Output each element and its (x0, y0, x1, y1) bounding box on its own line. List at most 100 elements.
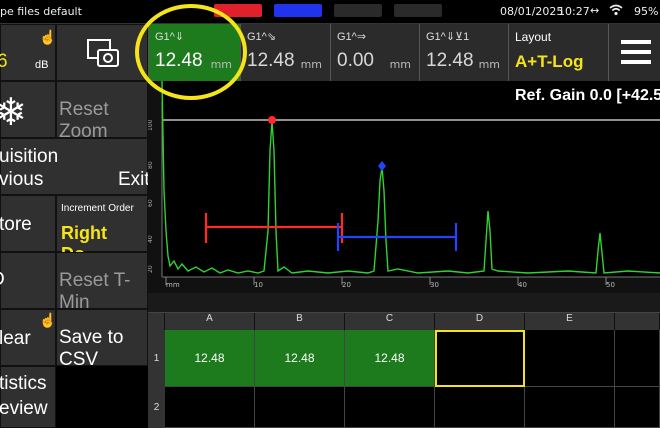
thickness-table: A B C D E 1 2 12.48 12.48 12.48 (148, 293, 660, 428)
previous-label: vious (0, 169, 44, 190)
measurement-3[interactable]: G1^⇒ 0.00 mm (330, 24, 419, 81)
ref-gain-readout: Ref. Gain 0.0 [+42.5 (515, 87, 660, 104)
reset-zoom-label: Reset Zoom (59, 99, 109, 142)
status-date: 08/01/2025 (500, 5, 564, 18)
clear-label: lear (0, 328, 31, 349)
status-bar: pe files default 08/01/2025 10:27 ↔ 95% (0, 0, 660, 24)
table-cell-a2[interactable] (165, 387, 255, 428)
gain-value: 6 (0, 51, 8, 72)
save-csv-button[interactable]: Save to CSV (56, 309, 148, 370)
direction-button[interactable]: D (0, 252, 56, 309)
table-cell-d2[interactable] (435, 387, 525, 428)
table-cell-c1[interactable]: 12.48 (345, 330, 435, 387)
table-top-strip (148, 293, 660, 313)
battery-level: 95% (634, 5, 659, 18)
a-scan-plot[interactable]: 100 80 60 40 20 mm 10 20 30 40 50 (147, 80, 660, 293)
touch-icon: ☝ (39, 29, 57, 45)
measurement-4-unit: mm (478, 58, 500, 71)
table-cell-f1[interactable] (615, 330, 660, 387)
y-tick-20: 20 (148, 265, 154, 273)
table-cell-b2[interactable] (255, 387, 345, 428)
measurement-2-label: G1^⇘ (247, 31, 277, 43)
x-tick-20: 20 (342, 281, 351, 289)
reset-tmin-button[interactable]: Reset T-Min (56, 252, 148, 313)
table-corner (148, 313, 165, 330)
x-tick-40: 40 (518, 281, 527, 289)
measurement-1[interactable]: G1^⇓ 12.48 mm (148, 24, 240, 81)
reset-zoom-button[interactable]: Reset Zoom (56, 81, 148, 142)
column-header-c[interactable]: C (345, 313, 435, 330)
statistics-label: tistics (0, 373, 47, 394)
freeze-button[interactable]: ❄ (0, 81, 56, 138)
x-tick-30: 30 (430, 281, 439, 289)
reset-tmin-label: Reset T-Min (59, 270, 131, 313)
table-cell-d1[interactable] (435, 330, 525, 387)
layout-value: A+T-Log (515, 52, 584, 71)
y-tick-80: 80 (148, 161, 154, 169)
table-cell-e1[interactable] (525, 330, 615, 387)
column-header-b[interactable]: B (255, 313, 345, 330)
empty-slot (56, 366, 148, 428)
wifi-icon (609, 4, 623, 19)
link-icon: ↔ (590, 4, 600, 17)
gray-indicator (334, 4, 382, 17)
table-cell-c2[interactable] (345, 387, 435, 428)
acquisition-label: uisition (0, 146, 59, 167)
measurement-3-unit: mm (389, 58, 411, 71)
statistics-review-button[interactable]: tistics eview (0, 366, 56, 428)
measurement-4-value: 12.48 (426, 50, 474, 71)
increment-order-select[interactable]: Increment Order Right Do... (56, 195, 148, 264)
table-cell-f2[interactable] (615, 387, 660, 428)
measurement-4-label: G1^⇓⊻1 (426, 31, 470, 43)
acquisition-previous-button[interactable]: uisition vious Exit (0, 138, 150, 195)
clear-button[interactable]: lear ☝ (0, 309, 56, 366)
store-button[interactable]: tore (0, 195, 56, 252)
measurement-1-label: G1^⇓ (155, 31, 185, 43)
measurement-2-value: 12.48 (247, 50, 295, 71)
layout-select[interactable]: Layout A+T-Log (508, 24, 608, 81)
x-axis-unit: mm (166, 281, 180, 289)
y-tick-40: 40 (148, 235, 154, 243)
blue-indicator (274, 4, 322, 17)
layout-label: Layout (515, 30, 552, 44)
review-label: eview (0, 398, 48, 419)
status-time: 10:27 (558, 5, 590, 18)
y-tick-100: 100 (148, 119, 154, 131)
x-tick-50: 50 (606, 281, 615, 289)
snowflake-icon: ❄ (0, 92, 27, 134)
table-cell-a1[interactable]: 12.48 (165, 330, 255, 387)
hamburger-menu-icon (621, 40, 651, 64)
column-header-d[interactable]: D (435, 313, 525, 330)
row-header-2[interactable]: 2 (148, 387, 165, 428)
column-header-e[interactable]: E (525, 313, 615, 330)
row-header-1[interactable]: 1 (148, 330, 165, 387)
increment-order-label: Increment Order (61, 203, 134, 214)
exit-label: Exit (118, 169, 150, 190)
direction-label: D (0, 269, 5, 291)
gate-a[interactable] (204, 213, 344, 243)
y-tick-60: 60 (148, 199, 154, 207)
gain-unit: dB (35, 59, 49, 71)
measurement-4[interactable]: G1^⇓⊻1 12.48 mm (419, 24, 508, 81)
file-name: pe files default (0, 5, 82, 18)
table-cell-b1[interactable]: 12.48 (255, 330, 345, 387)
measurement-3-label: G1^⇒ (337, 31, 367, 43)
measurement-1-unit: mm (210, 58, 232, 71)
gate-b[interactable] (336, 223, 458, 251)
table-cell-e2[interactable] (525, 387, 615, 428)
x-tick-10: 10 (254, 281, 263, 289)
column-header-f (615, 313, 660, 330)
menu-button[interactable] (608, 24, 660, 81)
column-header-a[interactable]: A (165, 313, 255, 330)
gray-indicator-2 (394, 4, 442, 17)
gain-button[interactable]: 6 dB ☝ (0, 24, 56, 81)
measurement-2-unit: mm (300, 58, 322, 71)
screenshot-button[interactable] (56, 24, 148, 81)
measurement-2[interactable]: G1^⇘ 12.48 mm (240, 24, 330, 81)
screenshot-icon (87, 39, 119, 67)
touch-icon-2: ☝ (39, 312, 57, 328)
echo-signal (161, 80, 660, 274)
save-csv-label: Save to CSV (59, 327, 124, 370)
store-label: tore (0, 214, 32, 235)
red-indicator (214, 4, 262, 17)
